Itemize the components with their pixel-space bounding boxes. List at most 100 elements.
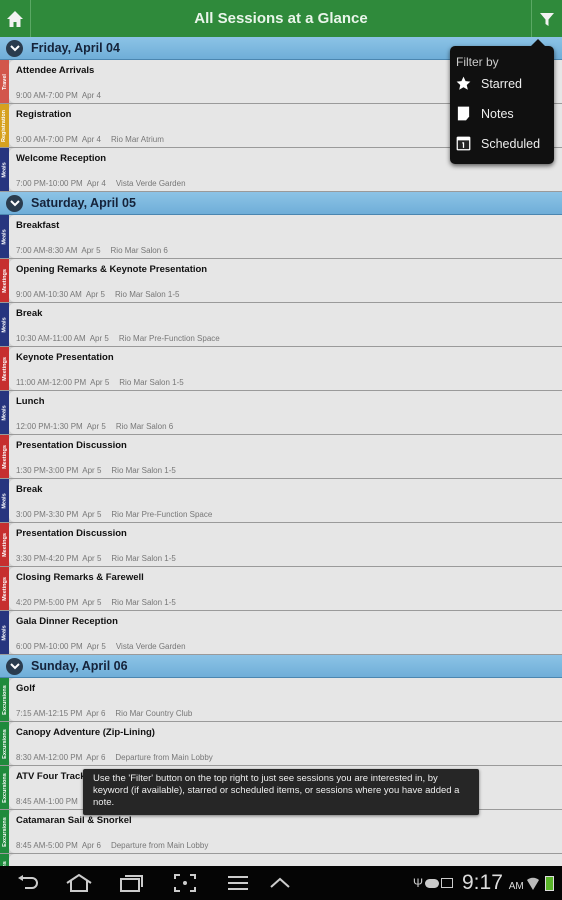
session-time: 7:15 AM-12:15 PM [16, 709, 83, 718]
session-card: Lunch 12:00 PM-1:30 PM Apr 5 Rio Mar Salon… [9, 391, 562, 434]
session-row[interactable]: Meals Break 3:00 PM-3:30 PM Apr 5 Rio Mar P… [0, 479, 562, 523]
session-meta: 1:30 PM-3:00 PM Apr 5 Rio Mar Salon 1-5 [16, 466, 176, 475]
recent-apps-icon [120, 875, 143, 892]
category-tag: Meetings [0, 347, 9, 390]
filter-menu-heading: Filter by [456, 55, 499, 69]
session-card: Presentation Discussion 1:30 PM-3:00 PM A… [9, 435, 562, 478]
session-card [9, 854, 562, 866]
session-location: Departure from Main Lobby [110, 841, 209, 850]
home-button[interactable] [0, 0, 31, 37]
menu-button[interactable] [226, 866, 250, 900]
category-tag: Meetings [0, 523, 9, 566]
session-meta: 4:20 PM-5:00 PM Apr 5 Rio Mar Salon 1-5 [16, 598, 176, 607]
session-row[interactable]: Meetings Presentation Discussion 1:30 PM-3… [0, 435, 562, 479]
category-tag: Meals [0, 148, 9, 191]
category-label: Meals [1, 316, 8, 333]
category-tag: Travel [0, 60, 9, 103]
chevron-down-icon[interactable] [6, 657, 23, 675]
session-row[interactable]: Excursions Golf 7:15 AM-12:15 PM Apr 6 Rio … [0, 678, 562, 722]
session-time: 7:00 AM-8:30 AM [16, 246, 78, 255]
session-row[interactable]: Meals Lunch 12:00 PM-1:30 PM Apr 5 Rio Mar … [0, 391, 562, 435]
session-time: 6:00 PM-10:00 PM [16, 642, 83, 651]
category-label: Meals [1, 404, 8, 421]
screenshot-button[interactable] [172, 866, 198, 900]
chevron-down-icon[interactable] [6, 39, 23, 57]
day-header[interactable]: Sunday, April 06 [0, 655, 562, 678]
category-label: Meals [1, 228, 8, 245]
session-meta: 9:00 AM-7:00 PM Apr 4 [16, 91, 111, 100]
category-label: Travel [1, 73, 8, 90]
session-card: Golf 7:15 AM-12:15 PM Apr 6 Rio Mar Countr… [9, 678, 562, 721]
category-label: Excursions [1, 772, 8, 803]
session-date: Apr 5 [86, 422, 106, 431]
filter-notes[interactable]: Notes [456, 106, 514, 121]
session-time: 11:00 AM-12:00 PM [16, 378, 87, 387]
session-row[interactable]: Meetings Closing Remarks & Farewell 4:20 P… [0, 567, 562, 611]
session-date: Apr 5 [82, 510, 102, 519]
category-label: Meals [1, 492, 8, 509]
session-row[interactable]: Excursions [0, 854, 562, 866]
category-label: Excursions [1, 684, 8, 715]
home-nav-button[interactable] [64, 866, 94, 900]
category-label: Meals [1, 624, 8, 641]
cloud-upload-icon [425, 878, 440, 888]
session-time: 9:00 AM-7:00 PM [16, 135, 78, 144]
category-label: Meals [1, 161, 8, 178]
session-row[interactable]: Meals Break 10:30 AM-11:00 AM Apr 5 Rio Mar… [0, 303, 562, 347]
session-meta: 7:15 AM-12:15 PM Apr 6 Rio Mar Country Cl… [16, 709, 192, 718]
session-location: Rio Mar Salon 1-5 [111, 554, 176, 563]
help-tooltip: Use the 'Filter' button on the top right… [83, 769, 479, 815]
session-card: Keynote Presentation 11:00 AM-12:00 PM Ap… [9, 347, 562, 390]
recent-apps-button[interactable] [118, 866, 146, 900]
filter-starred-label: Starred [481, 76, 522, 91]
session-title: Gala Dinner Reception [16, 616, 118, 627]
category-label: Excursions [1, 816, 8, 847]
clock-time: 9:17 [462, 871, 503, 894]
session-row[interactable]: Excursions Canopy Adventure (Zip-Lining) 8… [0, 722, 562, 766]
session-time: 8:30 AM-12:00 PM [16, 753, 83, 762]
session-row[interactable]: Meals Breakfast 7:00 AM-8:30 AM Apr 5 Rio M… [0, 215, 562, 259]
session-date: Apr 6 [81, 841, 101, 850]
chevron-down-icon[interactable] [6, 194, 23, 212]
session-card: Catamaran Sail & Snorkel 8:45 AM-5:00 PM … [9, 810, 562, 853]
session-date: Apr 6 [86, 753, 106, 762]
filter-scheduled-label: Scheduled [481, 136, 541, 151]
filter-button[interactable] [531, 0, 562, 37]
session-meta: 8:30 AM-12:00 PM Apr 6 Departure from Mai… [16, 753, 213, 762]
session-row[interactable]: Meetings Opening Remarks & Keynote Presen… [0, 259, 562, 303]
session-meta: 12:00 PM-1:30 PM Apr 5 Rio Mar Salon 6 [16, 422, 173, 431]
session-row[interactable]: Excursions Catamaran Sail & Snorkel 8:45 A… [0, 810, 562, 854]
session-date: Apr 5 [81, 246, 101, 255]
session-meta: 9:00 AM-7:00 PM Apr 4 Rio Mar Atrium [16, 135, 164, 144]
session-row[interactable]: Meetings Keynote Presentation 11:00 AM-12:… [0, 347, 562, 391]
category-tag: Meals [0, 303, 9, 346]
session-title: Closing Remarks & Farewell [16, 572, 144, 583]
session-time: 12:00 PM-1:30 PM [16, 422, 83, 431]
wifi-icon [526, 866, 540, 900]
category-tag: Excursions [0, 854, 9, 866]
session-row[interactable]: Meetings Presentation Discussion 3:30 PM-4… [0, 523, 562, 567]
star-icon [456, 76, 471, 90]
expand-button[interactable] [268, 866, 292, 900]
filter-menu: Filter by Starred Notes Scheduled [450, 39, 554, 164]
category-tag: Meals [0, 611, 9, 654]
day-header[interactable]: Saturday, April 05 [0, 192, 562, 215]
session-date: Apr 6 [86, 709, 106, 718]
image-icon [441, 878, 454, 888]
session-location: Rio Mar Salon 1-5 [114, 290, 180, 299]
filter-scheduled[interactable]: Scheduled [456, 136, 540, 151]
session-location: Rio Mar Pre-Function Space [111, 510, 213, 519]
session-meta: 6:00 PM-10:00 PM Apr 5 Vista Verde Garden [16, 642, 186, 651]
category-label: Meetings [1, 532, 8, 557]
back-button[interactable] [14, 866, 42, 900]
category-tag: Excursions [0, 766, 9, 809]
session-time: 9:00 AM-10:30 AM [16, 290, 82, 299]
day-label: Sunday, April 06 [31, 659, 128, 673]
category-label: Meetings [1, 268, 8, 293]
category-label: Excursions [1, 728, 8, 759]
session-location: Rio Mar Salon 6 [115, 422, 174, 431]
session-title: Break [16, 308, 43, 319]
filter-notes-label: Notes [481, 106, 514, 121]
filter-starred[interactable]: Starred [456, 76, 522, 91]
session-row[interactable]: Meals Gala Dinner Reception 6:00 PM-10:00 … [0, 611, 562, 655]
